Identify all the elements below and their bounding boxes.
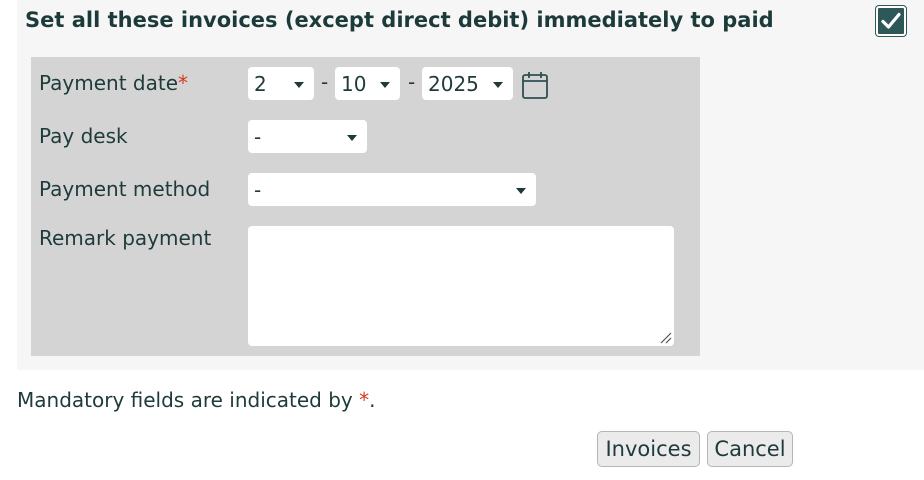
invoices-button[interactable]: Invoices xyxy=(597,431,700,467)
date-separator: - xyxy=(321,70,329,94)
pay-desk-label: Pay desk xyxy=(39,124,128,148)
payment-method-label: Payment method xyxy=(39,177,211,201)
payment-month-value: 10 xyxy=(341,71,367,96)
section-title: Set all these invoices (except direct de… xyxy=(25,8,774,32)
required-mark: * xyxy=(359,388,370,412)
remark-payment-textarea[interactable] xyxy=(248,226,674,346)
pay-desk-value: - xyxy=(254,124,262,149)
pay-desk-select[interactable]: - xyxy=(248,120,367,153)
resize-handle-icon[interactable] xyxy=(660,332,672,344)
required-mark: * xyxy=(178,71,189,95)
chevron-down-icon xyxy=(516,187,526,194)
chevron-down-icon xyxy=(294,81,304,88)
mandatory-note-text: Mandatory fields are indicated by xyxy=(17,388,360,412)
payment-date-label: Payment date* xyxy=(39,71,188,95)
mandatory-note: Mandatory fields are indicated by *. xyxy=(17,388,375,412)
payment-day-value: 2 xyxy=(254,71,267,96)
payment-method-select[interactable]: - xyxy=(248,173,536,206)
date-separator: - xyxy=(408,70,416,94)
checkmark-icon xyxy=(881,12,901,29)
payment-year-select[interactable]: 2025 xyxy=(422,67,513,100)
payment-day-select[interactable]: 2 xyxy=(248,67,314,100)
payment-year-value: 2025 xyxy=(428,71,479,96)
calendar-icon[interactable] xyxy=(521,70,549,100)
payment-method-value: - xyxy=(254,177,262,202)
payment-date-label-text: Payment date xyxy=(39,71,179,95)
mark-paid-checkbox[interactable] xyxy=(876,6,906,36)
chevron-down-icon xyxy=(493,81,503,88)
chevron-down-icon xyxy=(380,81,390,88)
payment-month-select[interactable]: 10 xyxy=(335,67,400,100)
chevron-down-icon xyxy=(347,134,357,141)
cancel-button[interactable]: Cancel xyxy=(707,431,793,467)
remark-payment-label: Remark payment xyxy=(39,226,212,250)
mandatory-note-end: . xyxy=(369,388,376,412)
